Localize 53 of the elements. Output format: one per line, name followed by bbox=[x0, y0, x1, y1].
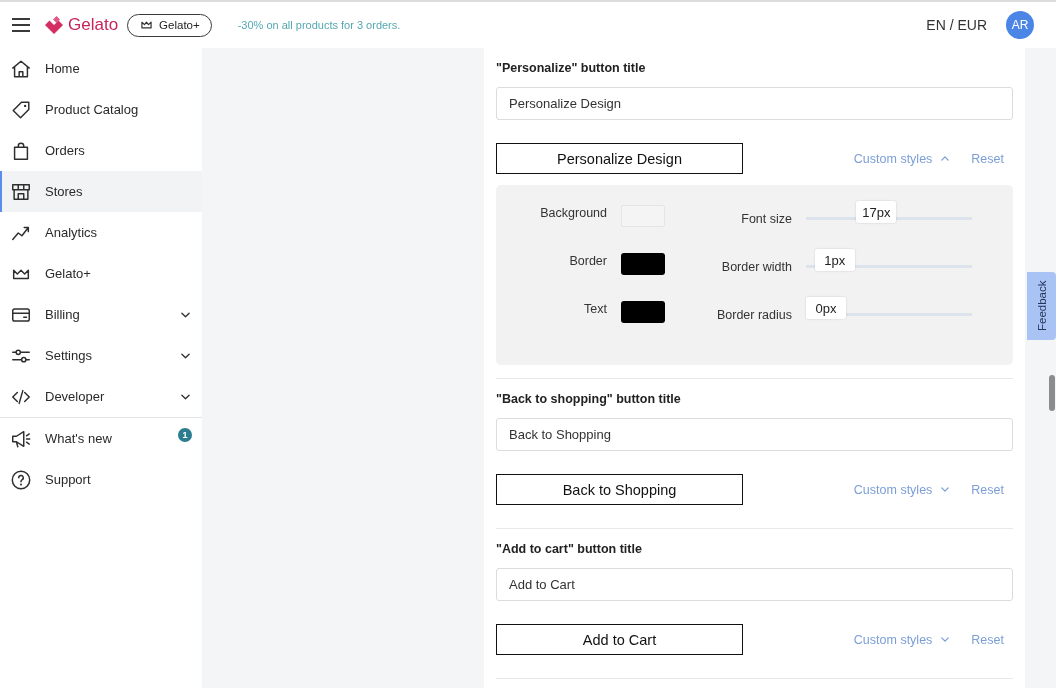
nav-item[interactable]: Home bbox=[0, 48, 202, 89]
chevron-down-icon bbox=[181, 311, 190, 318]
color-swatch-icon[interactable] bbox=[621, 301, 665, 323]
preview-button[interactable]: Add to Cart bbox=[496, 624, 743, 655]
chevron-down-icon bbox=[941, 637, 950, 642]
field-label: "Personalize" button title bbox=[496, 60, 647, 77]
text-input[interactable]: Back to Shopping bbox=[496, 418, 1013, 451]
chevron-down-icon bbox=[941, 487, 950, 492]
slider-label: Font size bbox=[740, 212, 792, 226]
nav-item[interactable]: Stores bbox=[0, 171, 202, 212]
feedback-tab[interactable]: Feedback bbox=[1027, 272, 1056, 340]
count-badge: 1 bbox=[178, 428, 192, 442]
nav-item[interactable]: Settings bbox=[0, 335, 202, 376]
nav-item[interactable]: Orders bbox=[0, 130, 202, 171]
menu-icon[interactable] bbox=[12, 18, 30, 32]
promo-text: -30% on all products for 3 orders. bbox=[237, 19, 401, 31]
field-label: "Add to cart" button title bbox=[496, 541, 643, 558]
slider-thumb[interactable]: 1px bbox=[814, 249, 855, 271]
plan-button[interactable]: Gelato+ bbox=[127, 13, 212, 37]
tag-icon bbox=[10, 98, 32, 121]
slider-label: Border radius bbox=[715, 308, 792, 322]
nav-item[interactable]: Product Catalog bbox=[0, 89, 202, 130]
brand-name: Gelato bbox=[68, 15, 119, 35]
scrollbar-thumb[interactable] bbox=[1049, 375, 1055, 411]
nav-item[interactable]: Developer bbox=[0, 376, 202, 417]
chevron-down-icon bbox=[181, 393, 190, 400]
nav-item[interactable]: Gelato+ bbox=[0, 253, 202, 294]
crown-icon bbox=[141, 21, 153, 29]
color-swatch-icon[interactable] bbox=[621, 253, 665, 275]
help-icon bbox=[10, 468, 32, 491]
slider-track[interactable]: 17px bbox=[806, 201, 972, 223]
slider-track[interactable]: 1px bbox=[806, 249, 972, 271]
nav-item[interactable]: Analytics bbox=[0, 212, 202, 253]
chevron-down-icon bbox=[181, 352, 190, 359]
color-label: Text bbox=[583, 302, 607, 316]
nav-item[interactable]: Support bbox=[0, 459, 202, 500]
nav-item[interactable]: Billing bbox=[0, 294, 202, 335]
logo-icon[interactable] bbox=[44, 15, 64, 35]
slider-thumb[interactable]: 17px bbox=[856, 201, 897, 223]
field-label: "Back to shopping" button title bbox=[496, 391, 682, 408]
text-input[interactable]: Add to Cart bbox=[496, 568, 1013, 601]
slider-thumb[interactable]: 0px bbox=[806, 297, 846, 319]
preview-button[interactable]: Back to Shopping bbox=[496, 474, 743, 505]
color-label: Border bbox=[568, 254, 607, 268]
color-label: Background bbox=[539, 206, 607, 220]
locale-selector[interactable]: EN / EUR bbox=[926, 17, 987, 33]
chevron-up-icon bbox=[941, 156, 950, 161]
nav-item[interactable]: What's new 1 bbox=[0, 418, 202, 459]
preview-button[interactable]: Personalize Design bbox=[496, 143, 743, 174]
slider-track[interactable]: 0px bbox=[806, 297, 972, 319]
user-avatar[interactable]: AR bbox=[1006, 11, 1034, 39]
text-input[interactable]: Personalize Design bbox=[496, 87, 1013, 120]
slider-label: Border width bbox=[720, 260, 792, 274]
